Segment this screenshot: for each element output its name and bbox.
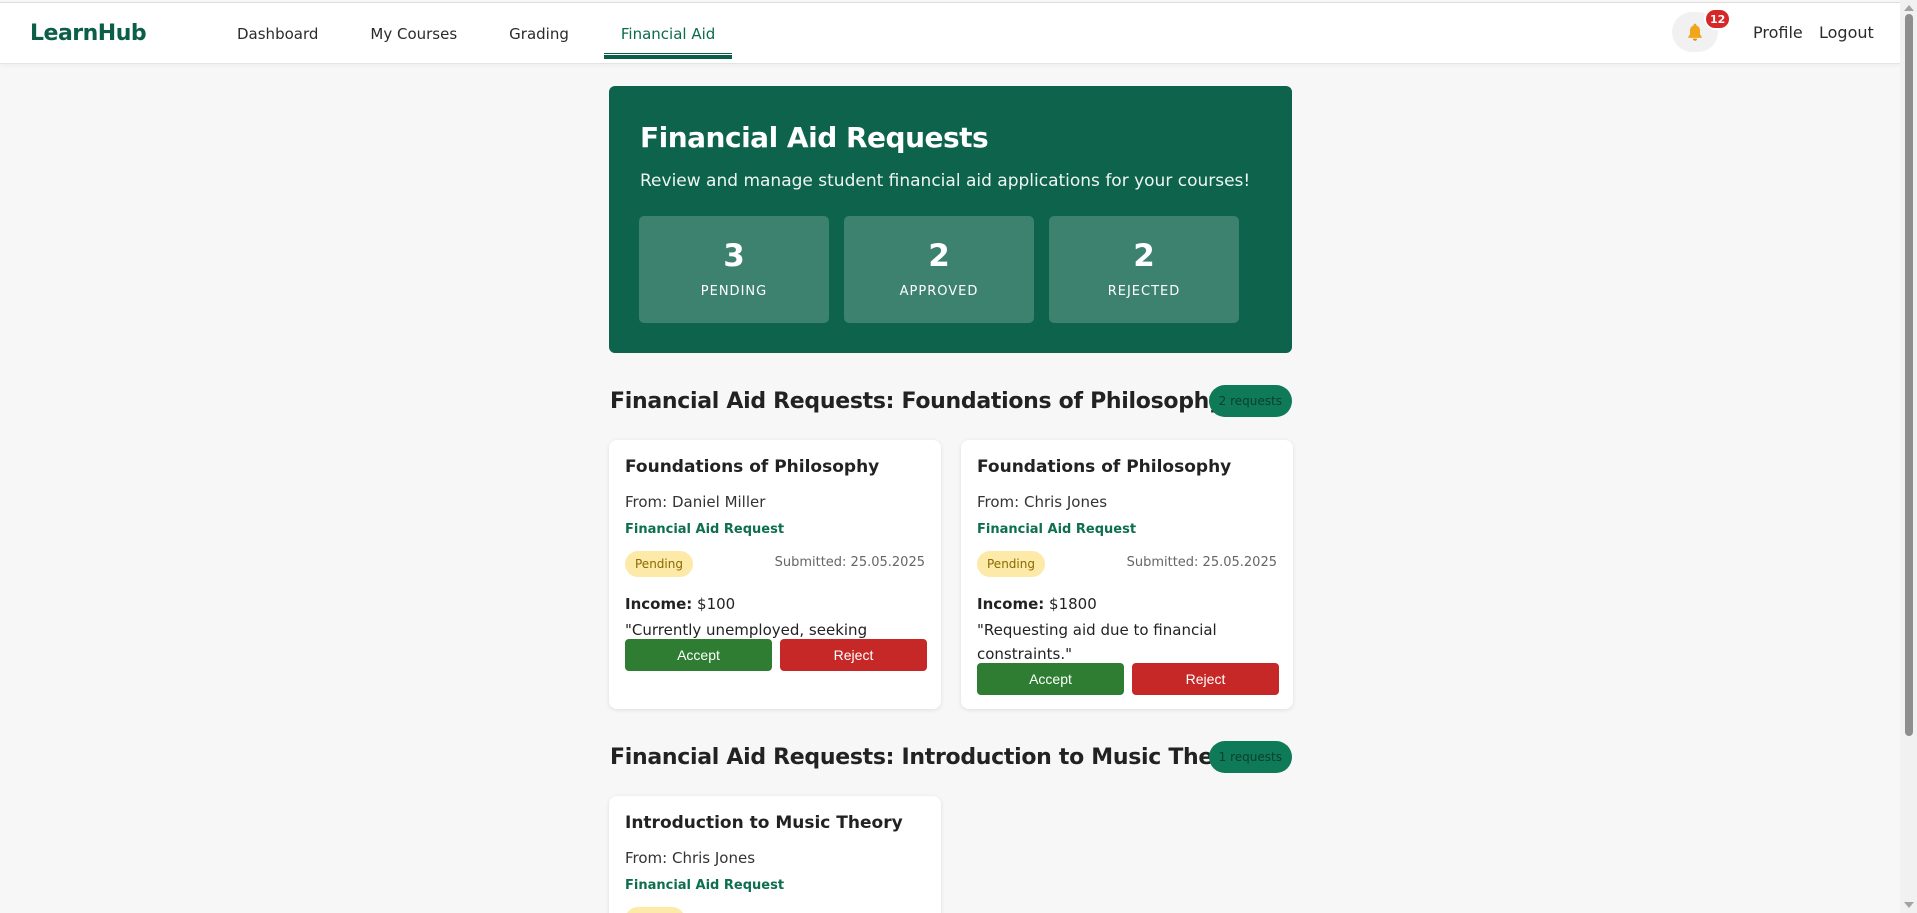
course-section-header: Financial Aid Requests: Foundations of P…	[609, 385, 1292, 419]
card-from: From: Chris Jones	[977, 493, 1108, 511]
card-request-type: Financial Aid Request	[625, 522, 785, 537]
income-line: Income: $1800	[977, 595, 1097, 613]
bell-icon	[1688, 23, 1702, 41]
scroll-thumb[interactable]	[1905, 14, 1913, 736]
stat-value: 2	[928, 238, 950, 274]
aid-request-card: Foundations of Philosophy From: Daniel M…	[609, 440, 941, 709]
profile-link[interactable]: Profile	[1753, 23, 1803, 42]
card-from: From: Daniel Miller	[625, 493, 766, 511]
income-label: Income:	[625, 595, 693, 613]
income-value: $1800	[1049, 595, 1097, 613]
status-badge: Pending	[625, 551, 693, 577]
stat-label: PENDING	[700, 284, 768, 299]
course-section-header: Financial Aid Requests: Introduction to …	[609, 741, 1292, 775]
submitted-date: Submitted: 25.05.2025	[774, 555, 925, 570]
main-nav: Dashboard My Courses Grading Financial A…	[220, 3, 750, 65]
reject-button[interactable]: Reject	[780, 639, 927, 671]
stat-approved: 2 APPROVED	[844, 216, 1034, 323]
card-course-title: Introduction to Music Theory	[625, 813, 903, 833]
income-value: $100	[697, 595, 736, 613]
card-course-title: Foundations of Philosophy	[977, 457, 1232, 477]
request-reason: "Requesting aid due to financial constra…	[977, 621, 1217, 663]
notification-count-badge: 12	[1704, 8, 1732, 30]
card-request-type: Financial Aid Request	[977, 522, 1137, 537]
stat-pending: 3 PENDING	[639, 216, 829, 323]
card-from: From: Chris Jones	[625, 849, 756, 867]
page-scrollbar[interactable]	[1900, 0, 1917, 913]
accept-button[interactable]: Accept	[977, 663, 1124, 695]
nav-item-grading[interactable]: Grading	[492, 3, 586, 65]
request-count-badge: 1 requests	[1208, 741, 1292, 773]
top-navigation-bar: LearnHub Dashboard My Courses Grading Fi…	[0, 2, 1900, 64]
stat-rejected: 2 REJECTED	[1049, 216, 1239, 323]
card-actions: Accept Reject	[625, 639, 927, 671]
income-line: Income: $100	[625, 595, 735, 613]
stat-label: APPROVED	[899, 284, 979, 299]
scroll-down-arrow-icon[interactable]	[1904, 902, 1914, 908]
status-badge: Pending	[977, 551, 1045, 577]
logout-link[interactable]: Logout	[1819, 23, 1874, 42]
aid-request-card: Introduction to Music Theory From: Chris…	[609, 796, 941, 913]
card-actions: Accept Reject	[977, 663, 1279, 695]
card-request-type: Financial Aid Request	[625, 878, 785, 893]
section-title: Financial Aid Requests: Foundations of P…	[610, 389, 1224, 414]
accept-button[interactable]: Accept	[625, 639, 772, 671]
aid-request-card: Foundations of Philosophy From: Chris Jo…	[961, 440, 1293, 709]
nav-item-my-courses[interactable]: My Courses	[353, 3, 474, 65]
section-title: Financial Aid Requests: Introduction to …	[610, 745, 1253, 770]
stat-value: 3	[723, 238, 745, 274]
nav-item-financial-aid[interactable]: Financial Aid	[603, 3, 733, 65]
financial-aid-hero: Financial Aid Requests Review and manage…	[609, 86, 1292, 353]
scroll-up-arrow-icon[interactable]	[1904, 5, 1914, 11]
status-badge	[625, 907, 685, 913]
stat-value: 2	[1133, 238, 1155, 274]
page-title: Financial Aid Requests	[640, 121, 989, 154]
submitted-date: Submitted: 25.05.2025	[1126, 555, 1277, 570]
reject-button[interactable]: Reject	[1132, 663, 1279, 695]
page-subtitle: Review and manage student financial aid …	[640, 171, 1251, 191]
stat-label: REJECTED	[1107, 284, 1181, 299]
stats-row: 3 PENDING 2 APPROVED 2 REJECTED	[639, 216, 1239, 323]
request-count-badge: 2 requests	[1208, 385, 1292, 417]
card-course-title: Foundations of Philosophy	[625, 457, 880, 477]
app-logo[interactable]: LearnHub	[30, 21, 147, 46]
nav-item-dashboard[interactable]: Dashboard	[220, 3, 335, 65]
income-label: Income:	[977, 595, 1045, 613]
